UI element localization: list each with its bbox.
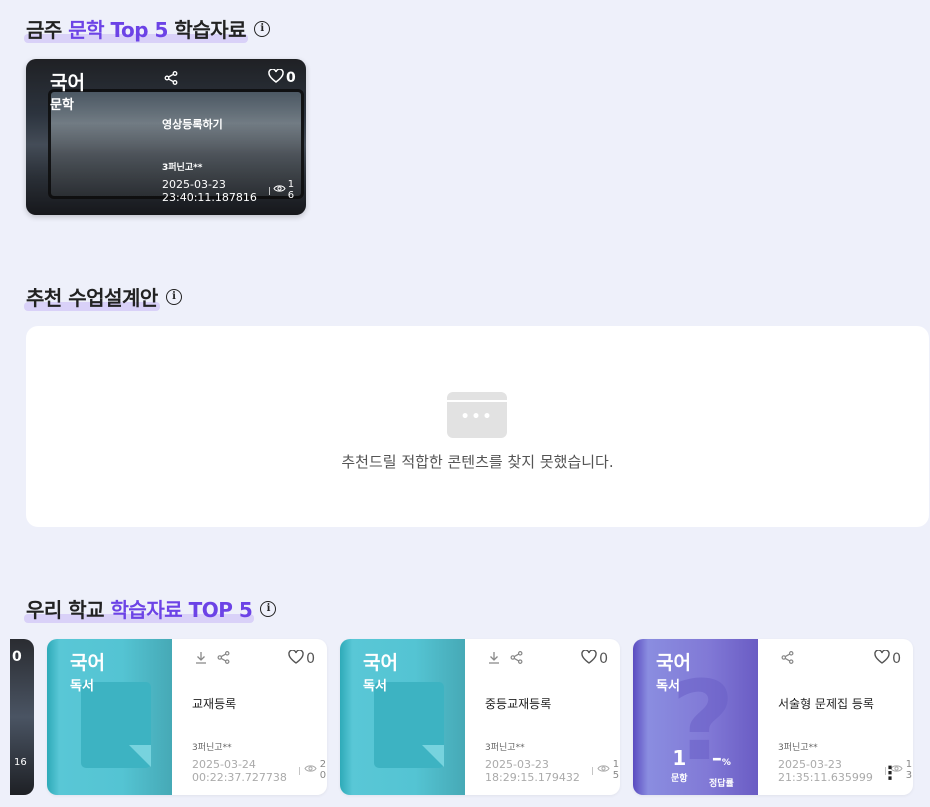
material-card-partial[interactable]: 0 16 [10, 639, 34, 795]
view-count-value: 16 [287, 179, 295, 201]
info-icon[interactable]: i [165, 288, 182, 305]
like-button[interactable]: 0 [581, 649, 608, 668]
eye-icon [273, 184, 286, 196]
material-card[interactable]: ? 국어 독서 1 문항 –% 정답률 0 서술형 문제집 등록 3퍼닌고** … [633, 639, 913, 795]
empty-icon-bar [447, 392, 507, 402]
share-icon[interactable] [510, 651, 523, 668]
info-icon[interactable]: i [254, 20, 271, 37]
view-count: | 20 [298, 759, 327, 781]
card-sub-subject: 문학 [50, 98, 74, 113]
heart-icon [268, 68, 284, 87]
card-date: 2025-03-24 00:22:37.727738 [192, 758, 287, 784]
title-plain: 우리 학교 [26, 598, 111, 622]
eye-icon [304, 764, 317, 776]
card-author: 3퍼닌고** [778, 743, 818, 753]
card-body: 0 교재등록 3퍼닌고** 2025-03-24 00:22:37.727738… [182, 639, 327, 795]
like-count: 0 [12, 649, 22, 665]
separator: | [268, 185, 271, 195]
recommended-empty-panel: ••• 추천드릴 적합한 콘텐츠를 찾지 못했습니다. [26, 326, 929, 527]
like-count: 0 [892, 651, 901, 667]
card-body: 0 중등교재등록 3퍼닌고** 2025-03-23 18:29:15.1794… [475, 639, 620, 795]
card-title[interactable]: 중등교재등록 [485, 695, 551, 712]
like-button[interactable]: 0 [268, 68, 296, 87]
section-title-text: 추천 수업설계안 [24, 282, 160, 311]
section-title-school-top5: 우리 학교 학습자료 TOP 5 i [23, 594, 277, 623]
card-author: 3퍼닌고** [485, 743, 525, 753]
view-count: | 16 [268, 179, 296, 201]
card-title[interactable]: 영상등록하기 [162, 116, 223, 132]
card-thumbnail: ? 국어 독서 1 문항 –% 정답률 [633, 639, 758, 795]
share-icon[interactable] [217, 651, 230, 668]
view-count: 16 [14, 757, 27, 768]
card-date: 2025-03-23 18:29:15.179432 [485, 758, 580, 784]
card-subject: 국어 [656, 652, 691, 674]
document-corner [422, 745, 444, 767]
question-count: 1 [672, 746, 687, 770]
accuracy-unit: % [721, 758, 731, 768]
title-plain: 금주 [26, 18, 69, 42]
section-title-text: 우리 학교 학습자료 TOP 5 [23, 594, 255, 623]
material-card[interactable]: 국어 독서 0 교재등록 3퍼닌고** 2025-03-24 00:22:37.… [47, 639, 327, 795]
card-thumbnail: 국어 독서 [340, 639, 465, 795]
empty-message: 추천드릴 적합한 콘텐츠를 찾지 못했습니다. [341, 453, 614, 471]
like-count: 0 [306, 651, 315, 667]
card-title[interactable]: 교재등록 [192, 695, 236, 712]
title-accent: 문학 Top 5 [68, 18, 168, 42]
card-thumbnail: 국어 독서 [47, 639, 172, 795]
card-author: 3퍼닌고** [162, 163, 203, 173]
card-date: 2025-03-23 21:35:11.635999 [778, 758, 873, 784]
section-title-recommended-lesson-plans: 추천 수업설계안 i [24, 282, 182, 311]
title-plain-2: 학습자료 [167, 18, 247, 42]
view-count-value: 13 [905, 759, 913, 781]
like-count: 0 [286, 70, 296, 86]
like-button[interactable]: 0 [874, 649, 901, 668]
empty-icon-dots: ••• [460, 409, 494, 425]
like-button[interactable]: 0 [288, 649, 315, 668]
separator: | [298, 765, 301, 775]
empty-folder-icon: ••• [447, 392, 507, 438]
view-count: | 15 [591, 759, 620, 781]
more-options-icon[interactable]: ⋮ [881, 763, 899, 784]
document-corner [129, 745, 151, 767]
question-count-label: 문항 [671, 774, 688, 784]
accuracy-label: 정답률 [709, 779, 734, 789]
section-title-weekly-literature: 금주 문학 Top 5 학습자료 i [23, 14, 271, 43]
heart-icon [581, 649, 597, 668]
view-count-value: 15 [612, 759, 620, 781]
card-subject: 국어 [50, 72, 85, 94]
download-icon[interactable] [488, 651, 500, 668]
card-sub-subject: 독서 [70, 679, 94, 694]
card-subject: 국어 [70, 652, 105, 674]
like-count: 0 [599, 651, 608, 667]
heart-icon [288, 649, 304, 668]
video-material-card[interactable]: 국어 문학 0 영상등록하기 3퍼닌고** 2025-03-23 23:40:1… [26, 59, 306, 215]
material-card[interactable]: 국어 독서 0 중등교재등록 3퍼닌고** 2025-03-23 18:29:1… [340, 639, 620, 795]
accuracy-value: – [711, 746, 722, 770]
separator: | [591, 765, 594, 775]
view-count-value: 20 [319, 759, 327, 781]
share-icon[interactable] [781, 651, 794, 668]
card-title[interactable]: 서술형 문제집 등록 [778, 695, 874, 712]
card-subject: 국어 [363, 652, 398, 674]
card-sub-subject: 독서 [656, 679, 680, 694]
share-icon[interactable] [164, 71, 178, 89]
card-body: 0 서술형 문제집 등록 3퍼닌고** 2025-03-23 21:35:11.… [768, 639, 913, 795]
section-title-text: 금주 문학 Top 5 학습자료 [23, 14, 249, 43]
question-count-stat: 1 문항 [671, 747, 688, 784]
info-icon[interactable]: i [260, 600, 277, 617]
card-date: 2025-03-23 23:40:11.187816 [162, 178, 257, 204]
card-author: 3퍼닌고** [192, 743, 232, 753]
eye-icon [597, 764, 610, 776]
card-sub-subject: 독서 [363, 679, 387, 694]
download-icon[interactable] [195, 651, 207, 668]
heart-icon [874, 649, 890, 668]
accuracy-stat: –% 정답률 [709, 747, 734, 789]
title-accent: 학습자료 TOP 5 [110, 598, 253, 622]
